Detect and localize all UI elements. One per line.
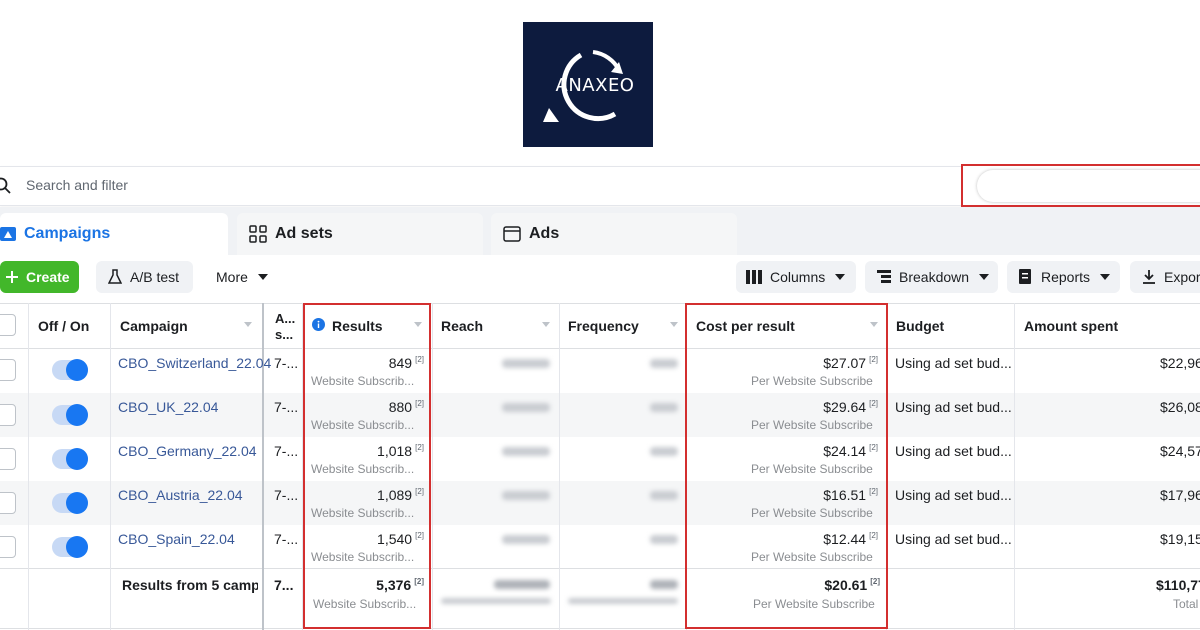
campaign-toggle[interactable]: [52, 492, 88, 514]
more-dropdown[interactable]: More: [206, 261, 276, 293]
ad-sets-icon: [249, 225, 267, 243]
summary-amount-spent-sub: Total: [1173, 597, 1199, 611]
header-campaign[interactable]: Campaign: [120, 318, 188, 334]
anaxeo-logo: ANAXEO: [523, 22, 653, 147]
blurred-summary-frequency: [650, 580, 678, 589]
amount-spent-cell: $17,96: [1160, 487, 1200, 503]
header-reach[interactable]: Reach: [441, 318, 483, 334]
campaign-toggle[interactable]: [52, 536, 88, 558]
budget-cell: Using ad set bud...: [895, 531, 1012, 547]
breakdown-dropdown[interactable]: Breakdown: [865, 261, 998, 293]
attribution-cell: 7-...: [274, 487, 299, 503]
reports-dropdown[interactable]: Reports: [1007, 261, 1120, 293]
row-checkbox[interactable]: [0, 536, 16, 558]
tab-label: Campaigns: [24, 225, 111, 242]
row-checkbox[interactable]: [0, 448, 16, 470]
amount-spent-cell: $22,96: [1160, 355, 1200, 371]
sort-caret-icon[interactable]: [244, 322, 252, 327]
attribution-cell: 7-...: [274, 531, 299, 547]
caret-down-icon: [1100, 274, 1111, 280]
amount-spent-cell: $26,08: [1160, 399, 1200, 415]
export-button[interactable]: Export: [1130, 261, 1200, 293]
logo-text: ANAXEO: [555, 75, 635, 96]
row-checkbox[interactable]: [0, 492, 16, 514]
attribution-cell: 7-...: [274, 399, 299, 415]
sort-caret-icon[interactable]: [542, 322, 550, 327]
sort-caret-icon[interactable]: [670, 322, 678, 327]
blurred-reach: [502, 447, 550, 456]
header-attribution-2: s...: [275, 327, 294, 342]
tab-ad-sets[interactable]: Ad sets: [237, 213, 483, 255]
amount-spent-cell: $24,57: [1160, 443, 1200, 459]
highlight-cost-per-result-column: [685, 303, 888, 629]
blurred-frequency: [650, 359, 678, 368]
budget-cell: Using ad set bud...: [895, 443, 1012, 459]
amount-spent-cell: $19,15: [1160, 531, 1200, 547]
summary-amount-spent: $110,77: [1156, 577, 1200, 593]
tab-label: Ads: [529, 225, 560, 242]
header-attribution: A...: [275, 311, 296, 326]
download-icon: [1142, 269, 1156, 285]
ads-icon: [503, 225, 521, 243]
flask-icon: [108, 269, 122, 285]
blurred-reach: [502, 359, 550, 368]
reports-icon: [1019, 269, 1033, 285]
row-checkbox[interactable]: [0, 404, 16, 426]
blurred-frequency: [650, 535, 678, 544]
breakdown-icon: [877, 270, 891, 284]
blurred-reach: [502, 491, 550, 500]
search-input[interactable]: [26, 177, 426, 193]
caret-down-icon: [257, 274, 268, 280]
blurred-frequency: [650, 403, 678, 412]
tab-campaigns[interactable]: Campaigns: [0, 213, 228, 255]
blurred-frequency: [650, 447, 678, 456]
blurred-summary-reach-sub: [441, 598, 551, 604]
select-all-checkbox[interactable]: [0, 314, 16, 336]
header-amount-spent[interactable]: Amount spent: [1024, 318, 1118, 334]
ab-test-button[interactable]: A/B test: [96, 261, 193, 293]
budget-cell: Using ad set bud...: [895, 399, 1012, 415]
attribution-cell: 7-...: [274, 355, 299, 371]
columns-icon: [746, 270, 762, 284]
campaign-toggle[interactable]: [52, 448, 88, 470]
caret-down-icon: [835, 274, 846, 280]
budget-cell: Using ad set bud...: [895, 487, 1012, 503]
header-off-on: Off / On: [38, 318, 90, 334]
tab-ads[interactable]: Ads: [491, 213, 737, 255]
caret-down-icon: [979, 274, 990, 280]
blurred-summary-reach: [494, 580, 550, 589]
highlighted-date-range: [961, 164, 1200, 207]
campaign-name-link[interactable]: CBO_Switzerland_22.04: [118, 355, 271, 371]
campaign-toggle[interactable]: [52, 359, 88, 381]
header-frequency[interactable]: Frequency: [568, 318, 639, 334]
blurred-summary-frequency-sub: [568, 598, 678, 604]
campaign-name-link[interactable]: CBO_Austria_22.04: [118, 487, 243, 503]
campaign-name-link[interactable]: CBO_Germany_22.04: [118, 443, 257, 459]
plus-icon: [6, 271, 18, 283]
create-button[interactable]: Create: [0, 261, 79, 293]
blurred-reach: [502, 535, 550, 544]
blurred-frequency: [650, 491, 678, 500]
row-checkbox[interactable]: [0, 359, 16, 381]
campaign-name-link[interactable]: CBO_Spain_22.04: [118, 531, 235, 547]
highlight-results-column: [303, 303, 431, 629]
summary-attribution: 7...: [274, 577, 294, 593]
campaign-toggle[interactable]: [52, 404, 88, 426]
search-icon: [0, 177, 11, 194]
attribution-cell: 7-...: [274, 443, 299, 459]
summary-label: Results from 5 campai: [122, 577, 258, 593]
header-budget[interactable]: Budget: [896, 318, 944, 334]
tab-label: Ad sets: [275, 225, 333, 242]
columns-dropdown[interactable]: Columns: [736, 261, 856, 293]
campaign-name-link[interactable]: CBO_UK_22.04: [118, 399, 218, 415]
campaigns-icon: [0, 226, 16, 242]
date-range-picker[interactable]: [977, 170, 1200, 202]
budget-cell: Using ad set bud...: [895, 355, 1012, 371]
blurred-reach: [502, 403, 550, 412]
